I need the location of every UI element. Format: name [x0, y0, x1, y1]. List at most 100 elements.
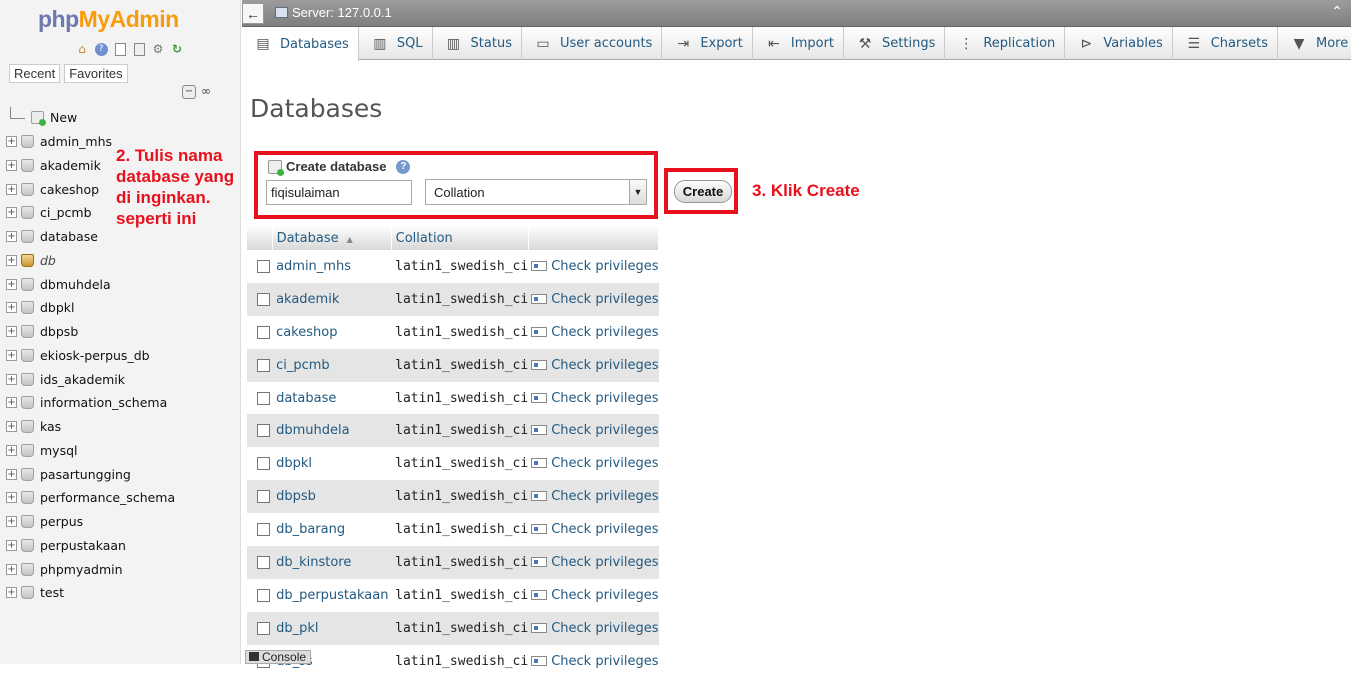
- expand-icon[interactable]: +: [6, 397, 17, 409]
- tree-item-dbmuhdela[interactable]: + dbmuhdela: [6, 272, 175, 296]
- expand-icon[interactable]: +: [6, 136, 17, 148]
- collapse-up-icon[interactable]: ⌃: [1331, 4, 1343, 20]
- server-breadcrumb[interactable]: Server: 127.0.0.1: [275, 5, 392, 20]
- collation-select[interactable]: Collation ▼: [425, 179, 647, 205]
- tab-sql[interactable]: ▥ SQL: [359, 27, 433, 60]
- database-name-link[interactable]: dbpsb: [272, 480, 392, 514]
- tab-user-accounts[interactable]: ▭ User accounts: [522, 27, 663, 60]
- copy-icon[interactable]: [131, 41, 147, 57]
- expand-icon[interactable]: +: [6, 539, 17, 551]
- check-privileges-link[interactable]: Check privileges: [528, 414, 659, 448]
- help-icon[interactable]: ?: [93, 41, 109, 57]
- check-privileges-link[interactable]: Check privileges: [528, 578, 659, 612]
- tab-status[interactable]: ▥ Status: [433, 27, 522, 60]
- row-checkbox[interactable]: [257, 391, 270, 405]
- database-name-link[interactable]: db_barang: [272, 513, 392, 547]
- tree-item-dbpsb[interactable]: + dbpsb: [6, 320, 175, 344]
- database-name-link[interactable]: dbmuhdela: [272, 414, 392, 448]
- tree-item-test[interactable]: + test: [6, 581, 175, 605]
- check-privileges-link[interactable]: Check privileges: [528, 447, 659, 481]
- tree-item-perpustakaan[interactable]: + perpustakaan: [6, 534, 175, 558]
- row-checkbox[interactable]: [257, 621, 270, 635]
- expand-icon[interactable]: +: [6, 444, 17, 456]
- check-privileges-link[interactable]: Check privileges: [528, 315, 659, 349]
- tree-item-phpmyadmin[interactable]: + phpmyadmin: [6, 557, 175, 581]
- database-name-link[interactable]: cakeshop: [272, 315, 392, 349]
- tab-import[interactable]: ⇤ Import: [753, 27, 845, 60]
- recent-button[interactable]: Recent: [9, 64, 61, 83]
- tab-charsets[interactable]: ☰ Charsets: [1173, 27, 1279, 60]
- row-checkbox[interactable]: [257, 588, 270, 602]
- row-checkbox[interactable]: [257, 358, 270, 372]
- settings-icon[interactable]: ⚙: [150, 41, 166, 57]
- tab-export[interactable]: ⇥ Export: [662, 27, 753, 60]
- tree-item-new[interactable]: New: [6, 106, 175, 130]
- tab-replication[interactable]: ⋮ Replication: [945, 27, 1066, 60]
- check-privileges-link[interactable]: Check privileges: [528, 513, 659, 547]
- collation-column-header[interactable]: Collation: [391, 226, 529, 250]
- tab-settings[interactable]: ⚒ Settings: [844, 27, 946, 60]
- row-checkbox[interactable]: [257, 292, 270, 306]
- expand-icon[interactable]: +: [6, 587, 17, 599]
- database-name-link[interactable]: admin_mhs: [272, 250, 392, 283]
- row-checkbox[interactable]: [257, 457, 270, 471]
- expand-icon[interactable]: +: [6, 278, 17, 290]
- row-checkbox[interactable]: [257, 555, 270, 569]
- tree-item-perpus[interactable]: + perpus: [6, 510, 175, 534]
- tree-item-kas[interactable]: + kas: [6, 415, 175, 439]
- tree-item-performance-schema[interactable]: + performance_schema: [6, 486, 175, 510]
- database-name-link[interactable]: ci_pcmb: [272, 348, 392, 382]
- check-privileges-link[interactable]: Check privileges: [528, 250, 659, 283]
- tab-variables[interactable]: ⊳ Variables: [1065, 27, 1173, 60]
- collapse-all-icon[interactable]: −: [182, 85, 196, 99]
- console-toggle[interactable]: Console: [245, 650, 311, 664]
- row-checkbox[interactable]: [257, 523, 270, 537]
- expand-icon[interactable]: +: [6, 421, 17, 433]
- check-privileges-link[interactable]: Check privileges: [528, 611, 659, 645]
- back-button[interactable]: ←: [242, 3, 264, 24]
- reload-icon[interactable]: ↻: [169, 41, 185, 57]
- database-name-link[interactable]: dbpkl: [272, 447, 392, 481]
- tree-item-ekiosk-perpus-db[interactable]: + ekiosk-perpus_db: [6, 344, 175, 368]
- phpmyadmin-logo[interactable]: phpMyAdmin: [38, 6, 179, 33]
- expand-icon[interactable]: +: [6, 302, 17, 314]
- database-name-link[interactable]: db_perpustakaan: [272, 578, 392, 612]
- check-privileges-link[interactable]: Check privileges: [528, 644, 659, 678]
- expand-icon[interactable]: +: [6, 231, 17, 243]
- check-privileges-link[interactable]: Check privileges: [528, 381, 659, 415]
- tree-item-ids-akademik[interactable]: + ids_akademik: [6, 367, 175, 391]
- check-privileges-link[interactable]: Check privileges: [528, 348, 659, 382]
- row-checkbox[interactable]: [257, 325, 270, 339]
- favorites-button[interactable]: Favorites: [64, 64, 128, 83]
- expand-icon[interactable]: +: [6, 159, 17, 171]
- docs-icon[interactable]: [112, 41, 128, 57]
- tab-databases[interactable]: ▤ Databases: [242, 27, 359, 61]
- expand-icon[interactable]: +: [6, 373, 17, 385]
- row-checkbox[interactable]: [257, 259, 270, 273]
- help-icon[interactable]: ?: [396, 159, 411, 174]
- expand-icon[interactable]: +: [6, 254, 17, 266]
- tab-more[interactable]: ▼ More: [1278, 27, 1351, 60]
- row-checkbox[interactable]: [257, 424, 270, 438]
- tree-item-dbpkl[interactable]: + dbpkl: [6, 296, 175, 320]
- expand-icon[interactable]: +: [6, 563, 17, 575]
- database-name-link[interactable]: db_pkl: [272, 611, 392, 645]
- row-checkbox[interactable]: [257, 490, 270, 504]
- database-name-link[interactable]: akademik: [272, 282, 392, 316]
- check-privileges-link[interactable]: Check privileges: [528, 282, 659, 316]
- expand-icon[interactable]: +: [6, 183, 17, 195]
- check-privileges-link[interactable]: Check privileges: [528, 480, 659, 514]
- tree-item-db[interactable]: + db: [6, 249, 175, 273]
- expand-icon[interactable]: +: [6, 326, 17, 338]
- database-name-link[interactable]: database: [272, 381, 392, 415]
- expand-icon[interactable]: +: [6, 349, 17, 361]
- tree-item-information-schema[interactable]: + information_schema: [6, 391, 175, 415]
- expand-icon[interactable]: +: [6, 516, 17, 528]
- check-privileges-link[interactable]: Check privileges: [528, 546, 659, 579]
- link-icon[interactable]: ∞: [199, 85, 213, 99]
- expand-icon[interactable]: +: [6, 468, 17, 480]
- database-name-link[interactable]: db_kinstore: [272, 546, 392, 579]
- expand-icon[interactable]: +: [6, 207, 17, 219]
- home-icon[interactable]: ⌂: [74, 41, 90, 57]
- database-column-header[interactable]: Database ▲: [272, 226, 392, 250]
